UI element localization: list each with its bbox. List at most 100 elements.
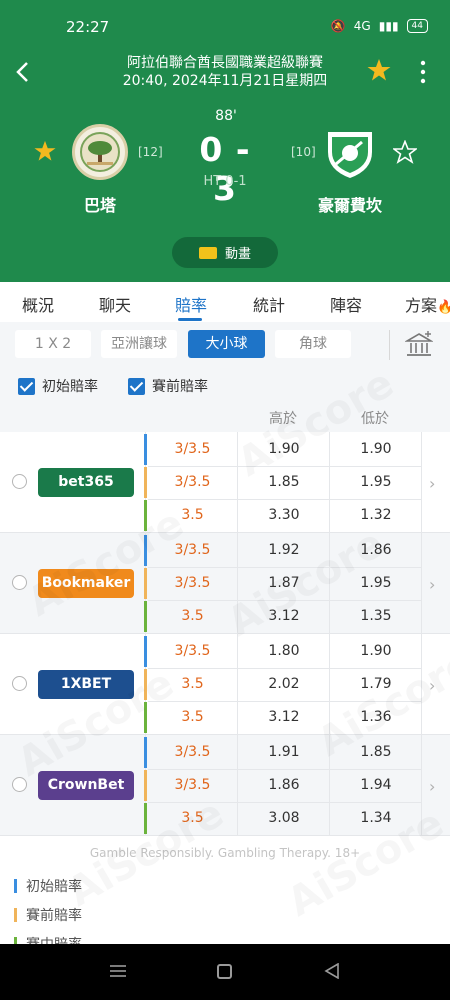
pitch-icon	[198, 246, 217, 259]
over-odds: 1.91	[268, 744, 300, 760]
tab-lineup[interactable]: 陣容	[330, 292, 362, 316]
goal-line: 3.5	[181, 507, 204, 523]
goal-line: 3/3.5	[174, 542, 211, 558]
legend-initial-swatch	[14, 879, 17, 893]
tab-plans[interactable]: 方案🔥	[405, 292, 450, 316]
over-odds: 1.80	[268, 643, 300, 659]
bookmaker-logo[interactable]: Bookmaker	[38, 569, 134, 598]
market-asian-handicap-button[interactable]: 亞洲讓球	[101, 330, 177, 358]
animation-button[interactable]: 動畫	[172, 237, 278, 268]
over-odds: 1.87	[268, 575, 300, 591]
market-1x2-button[interactable]: 1 X 2	[15, 330, 91, 358]
match-score: 0 - 3	[199, 130, 251, 208]
tab-odds[interactable]: 賠率	[175, 292, 207, 316]
odds-row[interactable]: 3.5 3.08 1.34	[144, 802, 422, 835]
odds-row[interactable]: 3/3.5 1.92 1.86	[144, 534, 422, 567]
under-odds: 1.90	[360, 643, 392, 659]
back-arrow-icon[interactable]	[12, 60, 34, 84]
chevron-right-icon[interactable]: ›	[429, 676, 435, 695]
legend-pre-match-label: 賽前賠率	[26, 908, 82, 924]
status-bar: 22:27 🔕 4G ▮▮▮ 44	[0, 18, 450, 40]
legend-initial: 初始賠率	[14, 876, 82, 896]
gamble-responsibly-note: Gamble Responsibly. Gambling Therapy. 18…	[89, 846, 361, 860]
checkbox-checked-icon	[18, 377, 35, 395]
signal-icon: ▮▮▮	[378, 19, 399, 33]
active-tab-indicator	[178, 318, 202, 321]
league-name: 阿拉伯聯合酋長國職業超級聯賽	[127, 55, 323, 71]
home-team-logo[interactable]	[72, 124, 128, 180]
over-odds: 1.92	[268, 542, 300, 558]
odds-row[interactable]: 3/3.5 1.87 1.95	[144, 567, 422, 600]
tab-stats[interactable]: 統計	[253, 292, 285, 316]
under-odds: 1.86	[360, 542, 392, 558]
away-favorite-star-icon[interactable]	[393, 140, 417, 164]
odds-row[interactable]: 3/3.5 1.86 1.94	[144, 769, 422, 802]
under-odds: 1.35	[360, 608, 392, 624]
odds-row[interactable]: 3/3.5 1.80 1.90	[144, 635, 422, 668]
tree-emblem-icon	[80, 132, 120, 172]
chevron-right-icon[interactable]: ›	[429, 474, 435, 493]
initial-odds-label: 初始賠率	[42, 379, 98, 395]
checkbox-checked-icon	[128, 377, 145, 395]
chevron-right-icon[interactable]: ›	[429, 777, 435, 796]
bookmaker-select-radio[interactable]	[12, 777, 27, 792]
home-team-name[interactable]: 巴塔	[60, 192, 140, 216]
under-odds: 1.34	[360, 810, 392, 826]
chevron-right-icon[interactable]: ›	[429, 575, 435, 594]
odds-table-header: 高於 低於	[0, 402, 450, 432]
tab-chat[interactable]: 聊天	[99, 292, 131, 316]
bookmaker-logo[interactable]: bet365	[38, 468, 134, 497]
over-odds: 3.12	[268, 709, 300, 725]
over-odds: 1.90	[268, 441, 300, 457]
odds-row[interactable]: 3/3.5 1.90 1.90	[144, 433, 422, 466]
match-datetime: 20:40, 2024年11月21日星期四	[122, 73, 328, 89]
bookmaker-logo[interactable]: CrownBet	[38, 771, 134, 800]
pre-match-odds-checkbox[interactable]: 賽前賠率	[128, 376, 208, 396]
under-odds: 1.79	[360, 676, 392, 692]
away-team-logo[interactable]	[322, 124, 378, 180]
odds-row[interactable]: 3.5 2.02 1.79	[144, 668, 422, 701]
away-team-name[interactable]: 豪爾費坎	[300, 192, 400, 216]
goal-line: 3/3.5	[174, 474, 211, 490]
filter-divider	[389, 330, 390, 360]
odds-row[interactable]: 3/3.5 1.85 1.95	[144, 466, 422, 499]
bookmaker-select-radio[interactable]	[12, 575, 27, 590]
market-corners-button[interactable]: 角球	[275, 330, 351, 358]
favorite-star-icon[interactable]	[367, 58, 391, 82]
goal-line: 3/3.5	[174, 744, 211, 760]
fire-icon: 🔥	[437, 300, 450, 315]
goal-line: 3.5	[181, 709, 204, 725]
odds-row[interactable]: 3.5 3.12 1.35	[144, 600, 422, 633]
home-favorite-star-icon[interactable]	[34, 140, 56, 162]
goal-line: 3/3.5	[174, 643, 211, 659]
under-odds: 1.94	[360, 777, 392, 793]
initial-odds-checkbox[interactable]: 初始賠率	[18, 376, 98, 396]
bookmaker-logo[interactable]: 1XBET	[38, 670, 134, 699]
back-triangle-icon[interactable]	[324, 963, 340, 979]
match-header: 22:27 🔕 4G ▮▮▮ 44 阿拉伯聯合酋長國職業超級聯賽 20:40, …	[0, 0, 450, 282]
legend-initial-label: 初始賠率	[26, 879, 82, 895]
legend-pre-match: 賽前賠率	[14, 905, 82, 925]
under-odds: 1.95	[360, 474, 392, 490]
goal-line: 3.5	[181, 608, 204, 624]
odds-row[interactable]: 3/3.5 1.91 1.85	[144, 736, 422, 769]
halftime-score: HT 0-1	[203, 174, 247, 189]
tab-overview[interactable]: 概況	[22, 292, 54, 316]
bookmaker-select-radio[interactable]	[12, 676, 27, 691]
recent-apps-icon[interactable]	[110, 964, 126, 978]
goal-line: 3.5	[181, 676, 204, 692]
odds-row[interactable]: 3.5 3.30 1.32	[144, 499, 422, 532]
more-options-icon[interactable]	[419, 60, 427, 84]
tab-bar: 概況 聊天 賠率 統計 陣容 方案🔥	[0, 282, 450, 322]
under-odds: 1.85	[360, 744, 392, 760]
over-odds: 1.86	[268, 777, 300, 793]
odds-row[interactable]: 3.5 3.12 1.36	[144, 701, 422, 734]
market-over-under-button[interactable]: 大小球	[188, 330, 265, 358]
bank-icon[interactable]	[405, 331, 433, 359]
bookmaker-select-radio[interactable]	[12, 474, 27, 489]
under-odds: 1.90	[360, 441, 392, 457]
mute-icon: 🔕	[330, 19, 346, 33]
home-icon[interactable]	[217, 964, 232, 979]
match-minute: 88'	[215, 108, 237, 124]
tab-plans-label: 方案	[405, 296, 438, 315]
